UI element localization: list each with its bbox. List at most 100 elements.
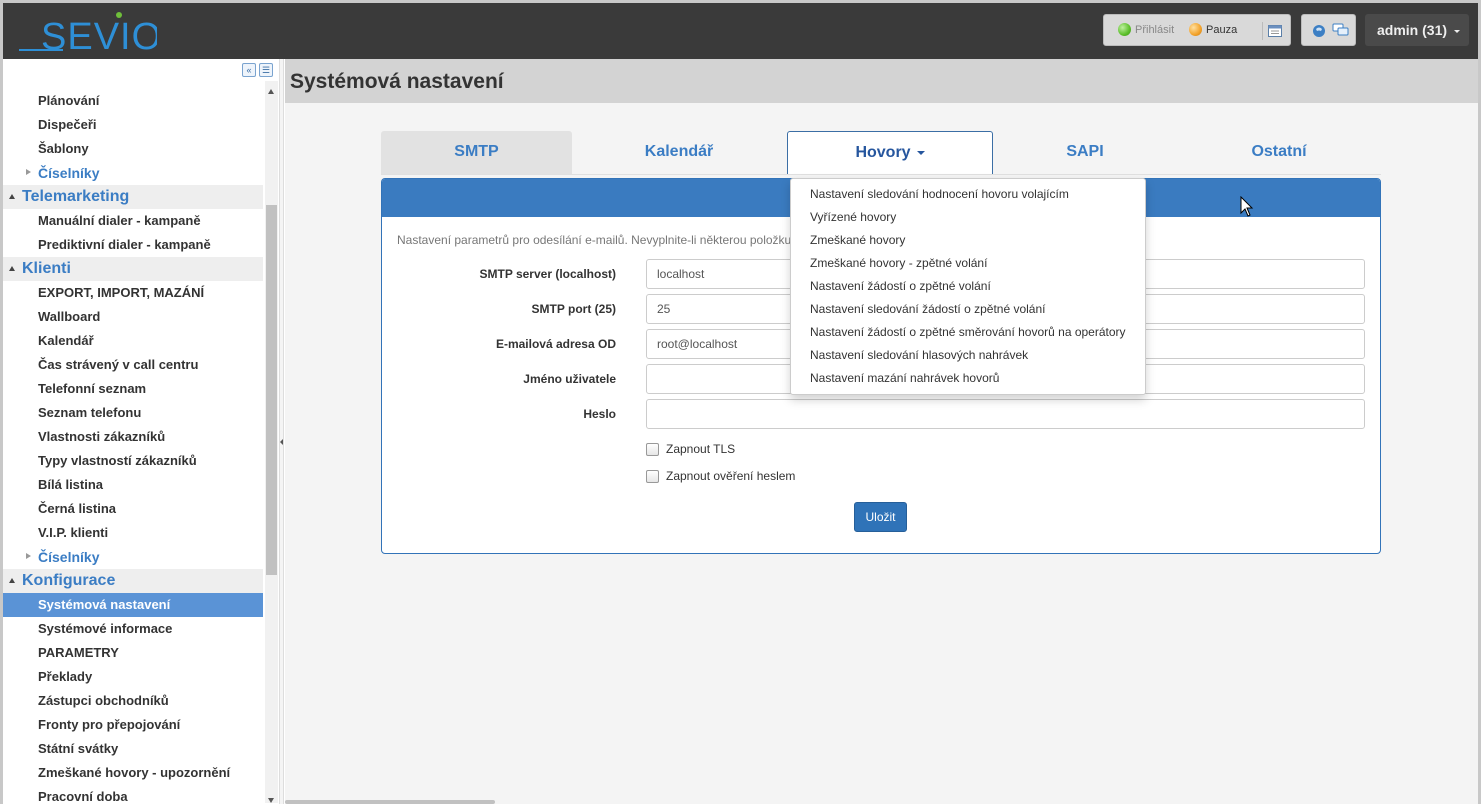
- collapsed-arrow-icon[interactable]: [26, 553, 31, 559]
- expanded-arrow-icon[interactable]: [9, 194, 15, 199]
- sidebar-item[interactable]: Manuální dialer - kampaně: [3, 209, 263, 233]
- auth-checkbox[interactable]: [646, 469, 659, 483]
- smtp-server-label: SMTP server (localhost): [479, 267, 617, 281]
- sidebar-item-label: Telefonní seznam: [38, 381, 147, 396]
- expanded-arrow-icon[interactable]: [9, 578, 15, 583]
- sidebar-item-label: Číselníky: [38, 165, 100, 181]
- login-status-button[interactable]: Přihlásit: [1118, 23, 1174, 36]
- tab-smtp[interactable]: SMTP: [381, 131, 572, 175]
- sidebar-item[interactable]: Fronty pro přepojování: [3, 713, 263, 737]
- agent-status-group: Přihlásit Pauza: [1103, 14, 1291, 46]
- sidebar-scrollbar[interactable]: [265, 81, 278, 803]
- sidebar-item-label: Státní svátky: [38, 741, 119, 756]
- orange-status-icon: [1189, 23, 1202, 36]
- sidebar-section[interactable]: Telemarketing: [3, 185, 263, 209]
- sidebar-item[interactable]: Kalendář: [3, 329, 263, 353]
- sidebar-item-label: Klienti: [22, 260, 71, 277]
- caret-down-icon: [916, 150, 925, 155]
- tab-ostatni[interactable]: Ostatní: [1181, 131, 1377, 175]
- sevio-logo[interactable]: SEVIO: [17, 9, 157, 53]
- sidebar-item[interactable]: Čas strávený v call centru: [3, 353, 263, 377]
- sidebar-item-label: Wallboard: [38, 309, 101, 324]
- menu-item-callback-requests[interactable]: Nastavení žádostí o zpětné volání: [791, 275, 1145, 298]
- settings-tabs: SMTP Kalendář Hovory SAPI Ostatní: [381, 131, 1381, 175]
- pause-status-button[interactable]: Pauza: [1189, 23, 1237, 36]
- sidebar-item-label: Plánování: [38, 93, 100, 108]
- sidebar-item[interactable]: PARAMETRY: [3, 641, 263, 665]
- menu-item-callback-tracking[interactable]: Nastavení sledování žádostí o zpětné vol…: [791, 298, 1145, 321]
- sidebar-splitter[interactable]: [280, 59, 284, 804]
- sidebar-item[interactable]: Dispečeři: [3, 113, 263, 137]
- sidebar-toolbar: « ☰: [242, 63, 273, 77]
- sidebar-item[interactable]: Systémová nastavení: [3, 593, 263, 617]
- sidebar-item-label: Zmeškané hovory - upozornění: [38, 765, 231, 780]
- sidebar-subtree[interactable]: Číselníky: [3, 545, 263, 569]
- password-input[interactable]: [646, 399, 1365, 429]
- menu-item-rating-tracking[interactable]: Nastavení sledování hodnocení hovoru vol…: [791, 183, 1145, 206]
- sidebar-item-label: Telemarketing: [22, 188, 130, 205]
- tab-hovory[interactable]: Hovory: [787, 131, 993, 174]
- sidebar-item[interactable]: Vlastnosti zákazníků: [3, 425, 263, 449]
- app-window: SEVIO Přihlásit Pauza admin (31) « ☰ Plá…: [3, 3, 1478, 804]
- scroll-up-arrow[interactable]: [268, 89, 274, 94]
- calendar-button[interactable]: [1262, 22, 1282, 40]
- collapsed-arrow-icon[interactable]: [26, 169, 31, 175]
- top-header: SEVIO Přihlásit Pauza admin (31): [3, 3, 1478, 59]
- sidebar-item[interactable]: Státní svátky: [3, 737, 263, 761]
- sidebar-item-label: Dispečeři: [38, 117, 97, 132]
- sidebar-item[interactable]: Telefonní seznam: [3, 377, 263, 401]
- sidebar-item[interactable]: Wallboard: [3, 305, 263, 329]
- collapse-all-icon[interactable]: «: [242, 63, 256, 77]
- save-button[interactable]: Uložit: [854, 502, 907, 532]
- menu-item-missed-calls[interactable]: Zmeškané hovory: [791, 229, 1145, 252]
- sidebar-item[interactable]: Šablony: [3, 137, 263, 161]
- logo-text: SEVIO: [41, 16, 157, 53]
- tab-sapi[interactable]: SAPI: [993, 131, 1177, 175]
- sidebar-subtree[interactable]: Číselníky: [3, 161, 263, 185]
- sidebar-item[interactable]: Zástupci obchodníků: [3, 689, 263, 713]
- calendar-icon: [1268, 25, 1282, 37]
- user-menu-button[interactable]: admin (31): [1365, 14, 1469, 46]
- sidebar-item[interactable]: Typy vlastností zákazníků: [3, 449, 263, 473]
- phone-globe-icon[interactable]: [1312, 24, 1326, 38]
- sidebar-item-label: Kalendář: [38, 333, 94, 348]
- sidebar-item[interactable]: Černá listina: [3, 497, 263, 521]
- sidebar-item-label: Systémová nastavení: [38, 597, 171, 612]
- sidebar-item[interactable]: Překlady: [3, 665, 263, 689]
- collapse-left-icon[interactable]: [280, 439, 283, 445]
- sidebar-item[interactable]: V.I.P. klienti: [3, 521, 263, 545]
- scroll-thumb[interactable]: [266, 205, 277, 575]
- sidebar-item[interactable]: Systémové informace: [3, 617, 263, 641]
- sidebar-section[interactable]: Konfigurace: [3, 569, 263, 593]
- menu-item-recording-deletion[interactable]: Nastavení mazání nahrávek hovorů: [791, 367, 1145, 390]
- tls-checkbox[interactable]: [646, 442, 659, 456]
- sidebar-item[interactable]: Prediktivní dialer - kampaně: [3, 233, 263, 257]
- tls-checkbox-row[interactable]: Zapnout TLS: [646, 442, 735, 456]
- sidebar-item[interactable]: Plánování: [3, 89, 263, 113]
- sidebar-item-label: PARAMETRY: [38, 645, 119, 660]
- sidebar-item[interactable]: Bílá listina: [3, 473, 263, 497]
- pause-label: Pauza: [1206, 23, 1238, 36]
- sidebar-item[interactable]: EXPORT, IMPORT, MAZÁNÍ: [3, 281, 263, 305]
- expanded-arrow-icon[interactable]: [9, 266, 15, 271]
- expand-tree-icon[interactable]: ☰: [259, 63, 273, 77]
- tab-hovory-label: Hovory: [855, 144, 911, 161]
- menu-item-voice-recordings[interactable]: Nastavení sledování hlasových nahrávek: [791, 344, 1145, 367]
- tab-kalendar[interactable]: Kalendář: [581, 131, 777, 175]
- scroll-down-arrow[interactable]: [268, 798, 274, 803]
- panel-description: Nastavení parametrů pro odesílání e-mail…: [397, 233, 792, 247]
- sidebar-item[interactable]: Zmeškané hovory - upozornění: [3, 761, 263, 785]
- mouse-cursor-icon: [1240, 196, 1254, 217]
- sidebar-item-label: V.I.P. klienti: [38, 525, 109, 540]
- menu-item-missed-callback[interactable]: Zmeškané hovory - zpětné volání: [791, 252, 1145, 275]
- sidebar-section[interactable]: Klienti: [3, 257, 263, 281]
- sidebar-item[interactable]: Pracovní doba: [3, 785, 263, 804]
- sidebar-item-label: Fronty pro přepojování: [38, 717, 181, 732]
- menu-item-handled-calls[interactable]: Vyřízené hovory: [791, 206, 1145, 229]
- horizontal-scrollbar[interactable]: [285, 800, 495, 804]
- sidebar-item[interactable]: Seznam telefonu: [3, 401, 263, 425]
- chat-icon[interactable]: [1332, 23, 1349, 38]
- sidebar-item-label: Systémové informace: [38, 621, 173, 636]
- auth-checkbox-row[interactable]: Zapnout ověření heslem: [646, 469, 795, 483]
- menu-item-callback-routing[interactable]: Nastavení žádostí o zpětné směrování hov…: [791, 321, 1145, 344]
